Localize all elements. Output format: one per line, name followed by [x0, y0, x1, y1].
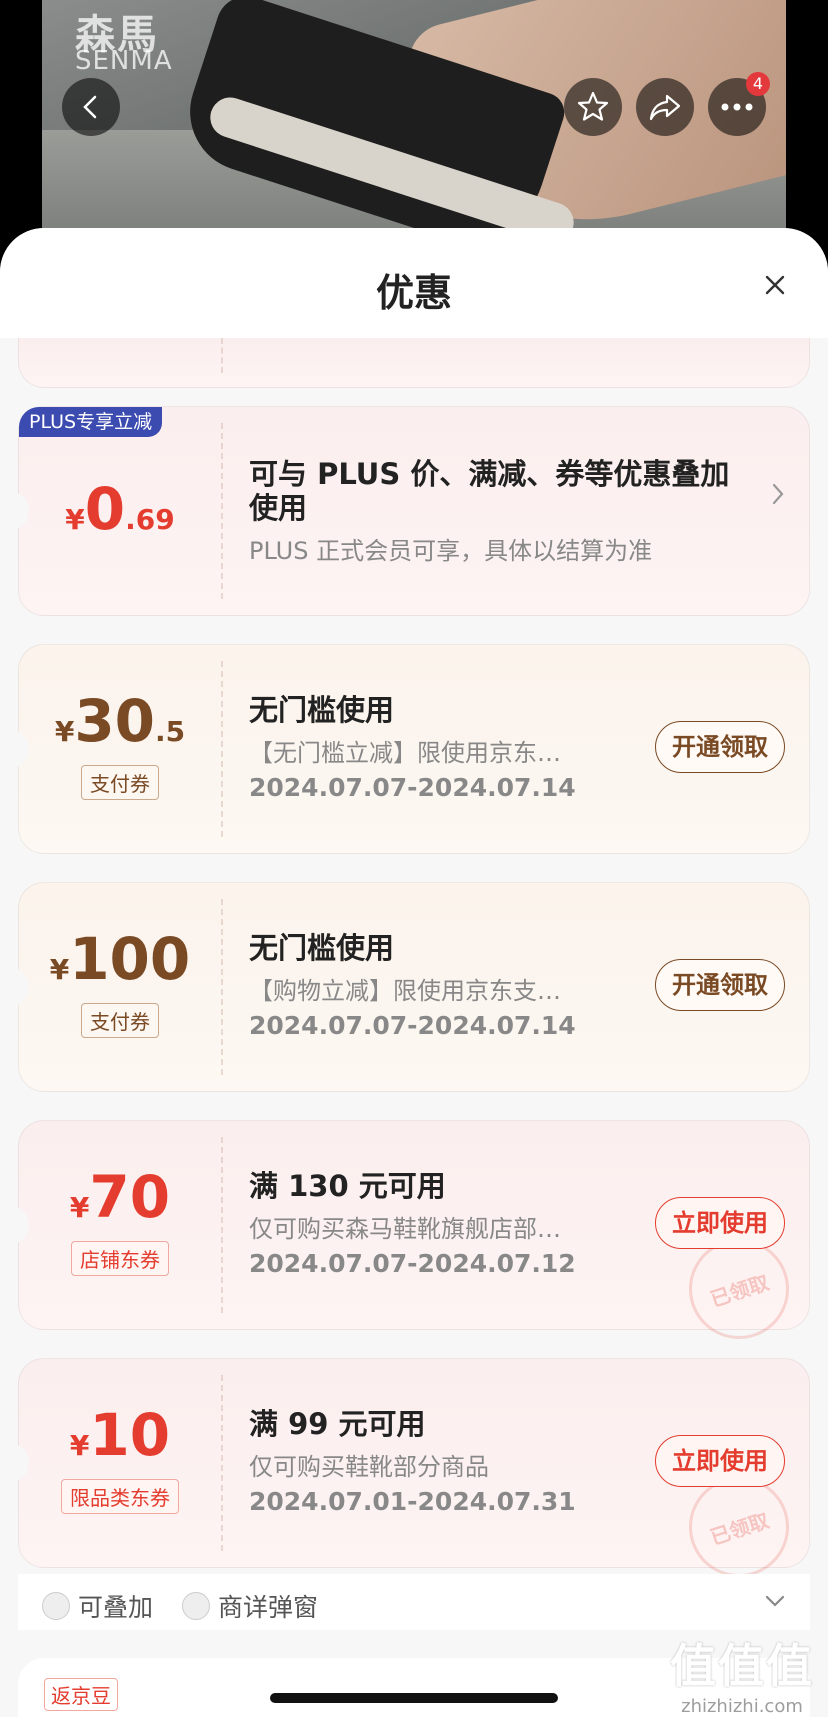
use-now-button[interactable]: 立即使用	[655, 1435, 785, 1487]
coupon-card: ¥10 限品类东券 满 99 元可用 仅可购买鞋靴部分商品 2024.07.01…	[9, 1358, 810, 1591]
card-divider	[221, 661, 223, 837]
chevron-right-icon	[771, 475, 785, 515]
brand-logo-en: SENMA	[75, 46, 173, 76]
amount-decimal: .69	[125, 503, 175, 536]
amount-integer: 100	[69, 925, 191, 993]
activate-claim-button[interactable]: 开通领取	[655, 721, 785, 773]
coupon-title: 满 99 元可用	[249, 1407, 426, 1441]
coupon-amount: ¥70	[19, 1163, 221, 1231]
currency-symbol: ¥	[49, 953, 70, 986]
expand-toggle[interactable]	[764, 1590, 786, 1616]
back-button[interactable]	[62, 78, 120, 136]
coupon-subtitle: 仅可购买鞋靴部分商品	[249, 1453, 489, 1481]
card-divider	[221, 338, 223, 373]
coupon-type-tag: 支付券	[19, 765, 221, 800]
popup-label: 商详弹窗	[218, 1593, 319, 1622]
card-divider	[221, 899, 223, 1075]
stackable-label: 可叠加	[78, 1593, 154, 1622]
jd-bean-tag: 返京豆	[44, 1678, 118, 1711]
coupon-type-tag: 支付券	[19, 1003, 221, 1038]
coupon-card-partial	[18, 338, 810, 388]
close-button[interactable]	[760, 270, 790, 300]
popup-icon	[182, 1592, 210, 1620]
popup-label-group: 商详弹窗	[182, 1588, 318, 1624]
coupon-title: 无门槛使用	[249, 693, 395, 727]
coupon-type-tag: 店铺东券	[19, 1241, 221, 1276]
chevron-left-icon	[83, 95, 97, 119]
favorite-button[interactable]	[564, 78, 622, 136]
coupon-subtitle: PLUS 正式会员可享，具体以结算为准	[249, 537, 653, 565]
coupon-title: 满 130 元可用	[249, 1169, 446, 1203]
card-divider	[221, 1137, 223, 1313]
stackable-label-group: 可叠加	[42, 1588, 153, 1624]
coupon-date: 2024.07.07-2024.07.12	[249, 1249, 576, 1278]
coupon-title: 无门槛使用	[249, 931, 395, 965]
watermark-text: zhizhizhi.com	[681, 1696, 803, 1717]
currency-symbol: ¥	[69, 1191, 90, 1224]
coupon-card: ¥100 支付券 无门槛使用 【购物立减】限使用京东支… 2024.07.07-…	[9, 882, 810, 1092]
share-icon	[649, 94, 681, 121]
coupon-subtitle: 【无门槛立减】限使用京东…	[249, 739, 561, 767]
share-button[interactable]	[636, 78, 694, 136]
sheet-title: 优惠	[375, 271, 452, 315]
coupon-title: 可与 PLUS 价、满减、券等优惠叠加	[249, 457, 730, 491]
plus-tag: PLUS专享立减	[19, 407, 163, 437]
currency-symbol: ¥	[69, 1429, 90, 1462]
more-button[interactable]: 4	[708, 72, 770, 136]
more-dots-icon	[721, 103, 753, 111]
coupon-footer-row: 可叠加 商详弹窗	[18, 1574, 810, 1630]
amount-decimal: .5	[155, 715, 186, 748]
currency-symbol: ¥	[65, 503, 85, 536]
coupon-type-tag: 限品类东券	[19, 1479, 221, 1514]
coupon-amount: ¥10	[19, 1401, 221, 1469]
coupon-title-line2: 使用	[249, 491, 308, 525]
card-divider	[221, 423, 223, 599]
stack-icon	[42, 1592, 70, 1620]
amount-integer: 0	[84, 475, 126, 543]
coupon-card: ¥30.5 支付券 无门槛使用 【无门槛立减】限使用京东… 2024.07.07…	[9, 644, 810, 854]
site-watermark: 值值值 zhizhizhi.com	[670, 1630, 814, 1717]
coupon-card: ¥70 店铺东券 满 130 元可用 仅可购买森马鞋靴旗舰店部… 2024.07…	[9, 1120, 810, 1353]
coupon-date: 2024.07.07-2024.07.14	[249, 1011, 576, 1040]
watermark-logo: 值值值	[670, 1639, 814, 1693]
coupon-amount: ¥0.69	[19, 475, 221, 543]
coupon-date: 2024.07.01-2024.07.31	[249, 1487, 576, 1516]
chevron-down-icon	[765, 1595, 785, 1607]
activate-claim-button[interactable]: 开通领取	[655, 959, 785, 1011]
coupon-subtitle: 仅可购买森马鞋靴旗舰店部…	[249, 1215, 561, 1243]
plus-discount-card[interactable]: PLUS专享立减 ¥0.69 可与 PLUS 价、满减、券等优惠叠加 使用 PL…	[9, 406, 810, 616]
close-icon	[765, 275, 785, 295]
amount-integer: 10	[89, 1401, 171, 1469]
coupon-amount: ¥100	[19, 925, 221, 993]
coupon-subtitle: 【购物立减】限使用京东支…	[249, 977, 561, 1005]
sheet-header: 优惠	[0, 228, 828, 338]
coupon-date: 2024.07.07-2024.07.14	[249, 773, 576, 802]
currency-symbol: ¥	[54, 715, 75, 748]
home-indicator[interactable]	[270, 1693, 558, 1703]
amount-integer: 30	[74, 687, 156, 755]
card-divider	[221, 1375, 223, 1551]
coupon-amount: ¥30.5	[19, 687, 221, 755]
star-icon	[577, 91, 609, 121]
amount-integer: 70	[89, 1163, 171, 1231]
coupon-sheet: 优惠 PLUS专享立减 ¥0.69 可与 PLUS 价、满减、券等优惠叠加 使用…	[0, 228, 828, 1717]
use-now-button[interactable]: 立即使用	[655, 1197, 785, 1249]
notification-badge: 4	[746, 72, 770, 96]
